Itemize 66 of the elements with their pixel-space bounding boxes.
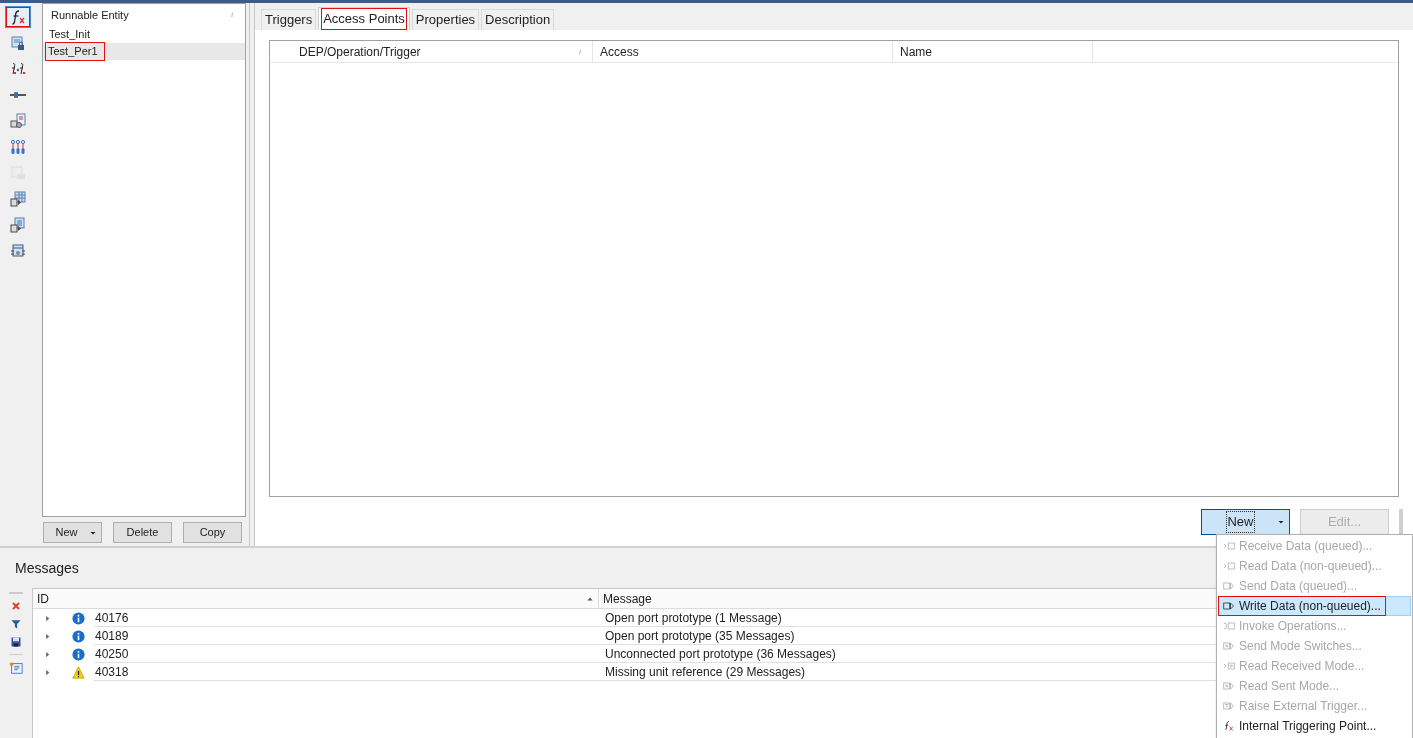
table-cell-text: Unconnected port prototype (36 Messages): [604, 645, 837, 663]
item-label: Test_Per1: [46, 43, 104, 60]
table-cell-text: 40189: [94, 627, 130, 645]
receive-port-icon: [1223, 540, 1235, 552]
invoke-port-icon: [1223, 620, 1235, 632]
dropdown-button[interactable]: New: [43, 522, 102, 543]
list-item[interactable]: Test_Per1: [43, 43, 245, 60]
document-gear-icon: [10, 113, 26, 129]
table-cell-text: Missing unit reference (29 Messages): [604, 663, 807, 681]
table-cell-text: Open port prototype (35 Messages): [604, 627, 796, 645]
expand-arrow-icon[interactable]: [44, 632, 51, 640]
mode-port-icon: [1223, 680, 1235, 692]
table-cell-text: 40176: [94, 609, 130, 627]
column-header-label: Name: [900, 43, 932, 61]
table-cell-text: 40318: [94, 663, 130, 681]
info-icon: [72, 647, 85, 661]
column-header-label: DEP/Operation/Trigger: [299, 43, 421, 61]
trigger-port-icon: [1223, 700, 1235, 712]
table-cell-text: Open port prototype (1 Message): [604, 609, 783, 627]
function-icon: [1223, 720, 1235, 732]
panel-title: Messages: [15, 558, 79, 578]
tab[interactable]: Triggers: [261, 9, 317, 30]
dropdown-button[interactable]: New: [1201, 509, 1290, 535]
info-icon: [72, 629, 85, 643]
tab[interactable]: Properties: [411, 9, 480, 30]
save-icon[interactable]: [10, 636, 22, 648]
list-port-icon: [10, 217, 26, 233]
component-gear-icon: [10, 243, 26, 259]
item-label: Test_Init: [48, 27, 91, 43]
receive-port-icon: [1223, 560, 1235, 572]
table-port-icon: [10, 191, 26, 207]
column-header-label: Runnable Entity: [51, 7, 129, 23]
expand-arrow-icon[interactable]: [44, 650, 51, 658]
list-item[interactable]: Test_Init: [43, 26, 245, 43]
document-lock-icon: [10, 35, 26, 51]
column-header-label: ID: [37, 590, 49, 608]
column-header[interactable]: ID: [33, 589, 599, 608]
column-header[interactable]: Message: [599, 589, 1199, 608]
tab[interactable]: Access Points: [318, 7, 410, 30]
details-icon[interactable]: [9, 661, 23, 675]
warning-icon: [72, 665, 85, 679]
column-header[interactable]: DEP/Operation/Trigger: [292, 41, 593, 62]
function-link-icon: [10, 61, 26, 77]
table-cell-text: 40250: [94, 645, 130, 663]
send-port-icon: [1223, 600, 1235, 612]
menu-item[interactable]: Internal Triggering Point...: [1218, 716, 1411, 736]
mode-port-icon: [1223, 640, 1235, 652]
expand-arrow-icon[interactable]: [44, 668, 51, 676]
caret-icon: [1277, 518, 1285, 526]
button[interactable]: Delete: [113, 522, 172, 543]
toolbar-button[interactable]: [5, 6, 31, 28]
column-header-label: Access: [600, 43, 639, 61]
mode-port-icon: [1223, 660, 1235, 672]
tab[interactable]: Description: [481, 9, 555, 30]
send-port-icon: [1223, 580, 1235, 592]
filter-icon[interactable]: [10, 618, 22, 630]
expand-arrow-icon[interactable]: [44, 614, 51, 622]
function-icon: [10, 9, 26, 25]
column-header[interactable]: Access: [593, 41, 893, 62]
column-header[interactable]: Name: [893, 41, 1093, 62]
column-header[interactable]: Runnable Entity: [43, 4, 245, 26]
clear-icon[interactable]: [10, 600, 22, 612]
element-array-icon: [10, 139, 26, 155]
info-icon: [72, 611, 85, 625]
menu-item[interactable]: Write Data (non-queued)...: [1218, 596, 1411, 616]
button[interactable]: Copy: [183, 522, 242, 543]
